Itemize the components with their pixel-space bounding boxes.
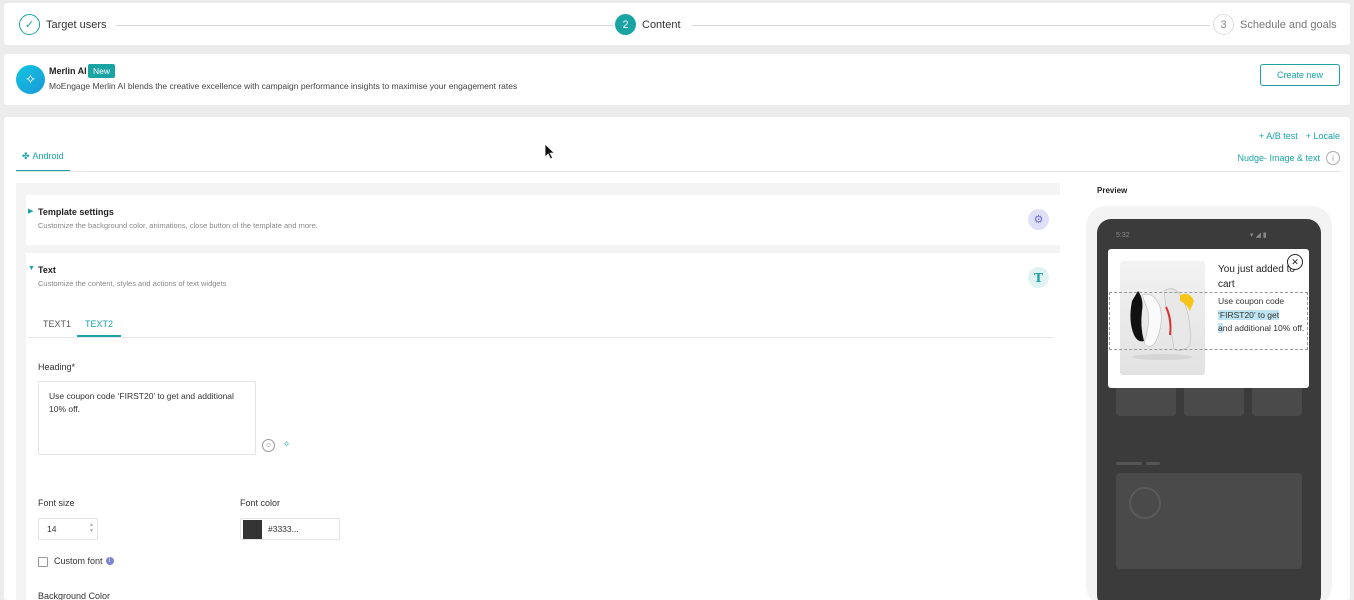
caret-down-icon[interactable]: ▼: [28, 265, 35, 272]
step-label: Schedule and goals: [1240, 18, 1337, 31]
placeholder-tile: [1184, 386, 1244, 416]
merlin-description: MoEngage Merlin AI blends the creative e…: [49, 81, 518, 91]
heading-textarea[interactable]: Use coupon code ‘FIRST20’ to get and add…: [38, 381, 256, 455]
stepper-line: [692, 25, 1210, 26]
campaign-stepper: ✓ Target users 2 Content 3 Schedule and …: [4, 3, 1350, 45]
magic-wand-icon: ✧: [16, 65, 45, 94]
nudge-text[interactable]: Use coupon code ‘FIRST20’ to get and addi…: [1218, 295, 1306, 336]
template-settings-title[interactable]: Template settings: [38, 207, 114, 217]
step-content[interactable]: 2 Content: [615, 14, 681, 35]
merlin-ai-banner: ✧ Merlin AI New MoEngage Merlin AI blend…: [4, 54, 1350, 105]
check-icon: ✓: [19, 14, 40, 35]
phone-time: 5:32: [1116, 232, 1130, 239]
mouse-cursor-icon: [544, 143, 556, 160]
locale-link[interactable]: + Locale: [1306, 131, 1340, 141]
nudge-text-selected: ‘FIRST20’ to get: [1218, 309, 1280, 320]
placeholder-tile: [1252, 386, 1302, 416]
preview-label: Preview: [1097, 186, 1128, 195]
phone-status-icons: ▾◢▮: [1250, 232, 1269, 239]
font-size-value: 14: [47, 524, 57, 534]
step-number: 3: [1213, 14, 1234, 35]
font-size-input[interactable]: 14 ▲ ▼: [38, 518, 98, 540]
text-icon: T: [1028, 267, 1049, 288]
text-section-subtitle: Customize the content, styles and action…: [38, 279, 227, 288]
placeholder-line: [1146, 462, 1160, 465]
placeholder-line: [1116, 462, 1142, 465]
ab-test-link[interactable]: + A/B test: [1259, 131, 1298, 141]
subtab-divider: [28, 337, 1054, 338]
tab-divider: [16, 171, 1341, 172]
tab-text1[interactable]: TEXT1: [43, 319, 71, 329]
gear-icon: ⚙: [1028, 209, 1049, 230]
template-type: Nudge- Image & text i: [1237, 151, 1340, 165]
create-new-button[interactable]: Create new: [1260, 64, 1340, 86]
background-color-label: Background Color: [38, 591, 111, 600]
template-settings-subtitle: Customize the background color, animatio…: [38, 221, 318, 230]
step-label: Content: [642, 18, 681, 31]
step-number: 2: [615, 14, 636, 35]
placeholder-tile: [1116, 386, 1176, 416]
close-icon[interactable]: ✕: [1287, 254, 1303, 270]
tab-android-label: Android: [32, 151, 64, 161]
template-settings-card[interactable]: ▶ Template settings Customize the backgr…: [26, 195, 1060, 245]
custom-font-label[interactable]: Custom font: [54, 556, 103, 566]
magic-wand-icon[interactable]: ✧: [280, 438, 293, 451]
info-icon[interactable]: i: [105, 557, 114, 565]
custom-font-checkbox[interactable]: [38, 557, 48, 567]
stepper-line: [116, 25, 614, 26]
nudge-text-rest: nd additional 10% off.: [1222, 323, 1305, 333]
step-schedule-goals[interactable]: 3 Schedule and goals: [1213, 14, 1337, 35]
android-icon: ✤: [22, 151, 30, 161]
info-icon[interactable]: i: [1326, 151, 1340, 165]
settings-column: ▶ Template settings Customize the backgr…: [16, 183, 1060, 600]
caret-right-icon[interactable]: ▶: [28, 207, 33, 215]
heading-label: Heading*: [38, 362, 76, 372]
font-color-value: #3333...: [268, 524, 299, 534]
nudge-text-plain: Use coupon code: [1218, 296, 1285, 306]
font-color-input[interactable]: #3333...: [240, 518, 340, 540]
merlin-title: Merlin AI: [49, 66, 87, 76]
tab-android[interactable]: ✤ Android: [16, 151, 70, 172]
stepper-arrows-icon[interactable]: ▲ ▼: [89, 522, 94, 534]
variant-actions: + A/B test + Locale: [1259, 131, 1340, 141]
font-color-label: Font color: [240, 498, 281, 508]
new-badge: New: [88, 64, 116, 78]
tab-text2[interactable]: TEXT2: [85, 319, 113, 329]
custom-font-row: Custom font i: [54, 556, 114, 566]
step-target-users[interactable]: ✓ Target users: [19, 14, 107, 35]
template-type-label[interactable]: Nudge- Image & text: [1237, 153, 1320, 163]
color-swatch[interactable]: [243, 519, 262, 539]
font-size-label: Font size: [38, 498, 75, 508]
text-settings-card: ▼ Text Customize the content, styles and…: [26, 253, 1060, 600]
text-section-title[interactable]: Text: [38, 265, 56, 275]
emoji-icon[interactable]: ☺: [262, 439, 275, 452]
step-label: Target users: [46, 18, 107, 31]
placeholder-circle: [1129, 487, 1161, 519]
